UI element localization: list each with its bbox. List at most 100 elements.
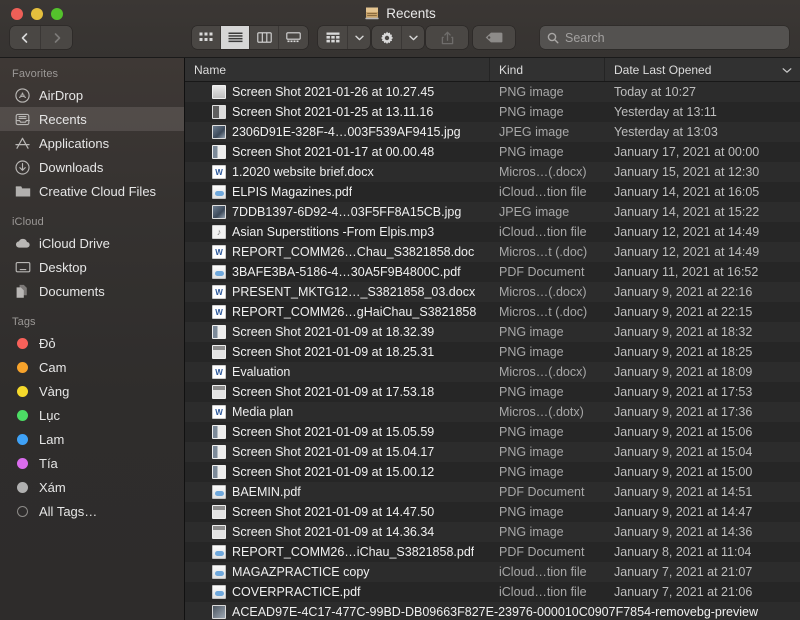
icon-view-button[interactable] — [192, 26, 221, 49]
file-name: Screen Shot 2021-01-09 at 14.36.34 — [232, 525, 435, 539]
column-header-date-last-opened[interactable]: Date Last Opened — [605, 58, 800, 81]
close-button[interactable] — [11, 8, 23, 20]
file-name: BAEMIN.pdf — [232, 485, 301, 499]
action-menu-group — [372, 26, 424, 49]
sidebar-item-desktop[interactable]: Desktop — [0, 255, 184, 279]
table-row[interactable]: Screen Shot 2021-01-09 at 17.53.18 PNG im… — [185, 382, 800, 402]
sidebar-item-tag-do[interactable]: Đỏ — [0, 331, 184, 355]
chevron-down-icon[interactable] — [402, 26, 424, 49]
sidebar-item-downloads[interactable]: Downloads — [0, 155, 184, 179]
tag-dot-icon — [14, 359, 31, 376]
view-mode-group — [192, 26, 308, 49]
gear-icon[interactable] — [372, 26, 402, 49]
table-row[interactable]: Screen Shot 2021-01-09 at 15.05.59 PNG im… — [185, 422, 800, 442]
table-row[interactable]: Screen Shot 2021-01-09 at 14.36.34 PNG im… — [185, 522, 800, 542]
table-row[interactable]: REPORT_COMM26…Chau_S3821858.doc Micros…t … — [185, 242, 800, 262]
sidebar-section-tags-title: Tags — [12, 316, 36, 328]
tag-icon[interactable] — [473, 26, 515, 49]
table-row[interactable]: Screen Shot 2021-01-09 at 15.00.12 PNG im… — [185, 462, 800, 482]
table-row[interactable]: Screen Shot 2021-01-09 at 15.04.17 PNG im… — [185, 442, 800, 462]
column-header-kind[interactable]: Kind — [490, 58, 605, 81]
table-row[interactable]: 2306D91E-328F-4…003F539AF9415.jpg JPEG im… — [185, 122, 800, 142]
sidebar: Favorites AirDrop Recents Applications D… — [0, 58, 185, 620]
table-row[interactable]: ELPIS Magazines.pdf iCloud…tion file Janua… — [185, 182, 800, 202]
cell-date-last-opened: Yesterday at 13:03 — [614, 125, 718, 139]
table-row[interactable]: 1.2020 website brief.docx Micros…(.docx) J… — [185, 162, 800, 182]
table-row[interactable]: PRESENT_MKTG12…_S3821858_03.docx Micros…(… — [185, 282, 800, 302]
file-name: 1.2020 website brief.docx — [232, 165, 374, 179]
forward-button[interactable] — [41, 26, 72, 49]
cell-kind: PDF Document — [499, 485, 585, 499]
zoom-button[interactable] — [51, 8, 63, 20]
cell-name: Screen Shot 2021-01-09 at 18.32.39 — [185, 325, 490, 339]
sidebar-item-tag-xam[interactable]: Xám — [0, 475, 184, 499]
table-row[interactable]: Evaluation Micros…(.docx) January 9, 2021 … — [185, 362, 800, 382]
table-row[interactable]: Screen Shot 2021-01-26 at 10.27.45 PNG im… — [185, 82, 800, 102]
search-icon — [547, 32, 559, 44]
airdrop-icon — [14, 87, 31, 104]
search-field[interactable]: Search — [540, 26, 789, 49]
file-name: Screen Shot 2021-01-09 at 14.47.50 — [232, 505, 435, 519]
table-row[interactable]: MAGAZPRACTICE copy iCloud…tion file Januar… — [185, 562, 800, 582]
cell-date-last-opened: January 9, 2021 at 14:36 — [614, 525, 753, 539]
table-row[interactable]: Asian Superstitions -From Elpis.mp3 iClou… — [185, 222, 800, 242]
cell-name: MAGAZPRACTICE copy — [185, 565, 490, 579]
table-row[interactable]: Media plan Micros…(.dotx) January 9, 2021 … — [185, 402, 800, 422]
cell-date-last-opened: January 9, 2021 at 14:47 — [614, 505, 753, 519]
sidebar-item-icloud-drive[interactable]: iCloud Drive — [0, 231, 184, 255]
sidebar-item-recents[interactable]: Recents — [0, 107, 184, 131]
tag-dot-icon — [14, 335, 31, 352]
sidebar-item-label: Downloads — [39, 159, 104, 175]
gallery-view-button[interactable] — [279, 26, 308, 49]
table-row[interactable]: Screen Shot 2021-01-09 at 14.47.50 PNG im… — [185, 502, 800, 522]
sidebar-item-tag-tia[interactable]: Tía — [0, 451, 184, 475]
cell-kind: PNG image — [499, 425, 564, 439]
sidebar-item-airdrop[interactable]: AirDrop — [0, 83, 184, 107]
table-row[interactable]: ACEAD97E-4C17-477C-99BD-DB09663F827E-239… — [185, 602, 800, 620]
table-row[interactable]: BAEMIN.pdf PDF Document January 9, 2021 at… — [185, 482, 800, 502]
file-type-icon — [212, 225, 226, 239]
column-header-name[interactable]: Name — [185, 58, 490, 81]
cell-kind: JPEG image — [499, 125, 570, 139]
file-type-icon — [212, 445, 226, 459]
sidebar-item-label: Xám — [39, 479, 66, 495]
cell-date-last-opened: January 12, 2021 at 14:49 — [614, 225, 760, 239]
sidebar-item-all-tags[interactable]: All Tags… — [0, 499, 184, 523]
table-row[interactable]: Screen Shot 2021-01-09 at 18.32.39 PNG im… — [185, 322, 800, 342]
cell-name: Screen Shot 2021-01-25 at 13.11.16 — [185, 105, 490, 119]
table-row[interactable]: Screen Shot 2021-01-09 at 18.25.31 PNG im… — [185, 342, 800, 362]
sidebar-item-label: Recents — [39, 111, 87, 127]
share-icon[interactable] — [426, 26, 468, 49]
table-row[interactable]: Screen Shot 2021-01-25 at 13.11.16 PNG im… — [185, 102, 800, 122]
file-name: 7DDB1397-6D92-4…03F5FF8A15CB.jpg — [232, 205, 462, 219]
file-name: Screen Shot 2021-01-09 at 15.00.12 — [232, 465, 435, 479]
column-view-button[interactable] — [250, 26, 279, 49]
file-list-pane: Name Kind Date Last Opened Screen Shot 2… — [185, 58, 800, 620]
cell-name: 1.2020 website brief.docx — [185, 165, 490, 179]
minimize-button[interactable] — [31, 8, 43, 20]
list-view-button[interactable] — [221, 26, 250, 49]
cell-date-last-opened: January 7, 2021 at 21:07 — [614, 565, 753, 579]
back-button[interactable] — [10, 26, 41, 49]
chevron-down-icon[interactable] — [348, 26, 370, 49]
titlebar: Recents Search — [0, 0, 800, 58]
file-list-rows[interactable]: Screen Shot 2021-01-26 at 10.27.45 PNG im… — [185, 82, 800, 620]
sidebar-item-tag-luc[interactable]: Lục — [0, 403, 184, 427]
sidebar-item-tag-lam[interactable]: Lam — [0, 427, 184, 451]
file-type-icon — [212, 85, 226, 99]
table-row[interactable]: REPORT_COMM26…gHaiChau_S3821858 Micros…t … — [185, 302, 800, 322]
table-row[interactable]: 7DDB1397-6D92-4…03F5FF8A15CB.jpg JPEG ima… — [185, 202, 800, 222]
sidebar-item-applications[interactable]: Applications — [0, 131, 184, 155]
sidebar-item-tag-vang[interactable]: Vàng — [0, 379, 184, 403]
table-row[interactable]: REPORT_COMM26…iChau_S3821858.pdf PDF Docu… — [185, 542, 800, 562]
chevron-down-icon — [782, 63, 792, 77]
group-by-button[interactable] — [318, 26, 348, 49]
table-row[interactable]: 3BAFE3BA-5186-4…30A5F9B4800C.pdf PDF Docu… — [185, 262, 800, 282]
sidebar-item-creative-cloud-files[interactable]: Creative Cloud Files — [0, 179, 184, 203]
sidebar-item-tag-cam[interactable]: Cam — [0, 355, 184, 379]
table-row[interactable]: Screen Shot 2021-01-17 at 00.00.48 PNG im… — [185, 142, 800, 162]
cell-date-last-opened: January 9, 2021 at 18:32 — [614, 325, 753, 339]
sidebar-item-documents[interactable]: Documents — [0, 279, 184, 303]
table-row[interactable]: COVERPRACTICE.pdf iCloud…tion file January… — [185, 582, 800, 602]
